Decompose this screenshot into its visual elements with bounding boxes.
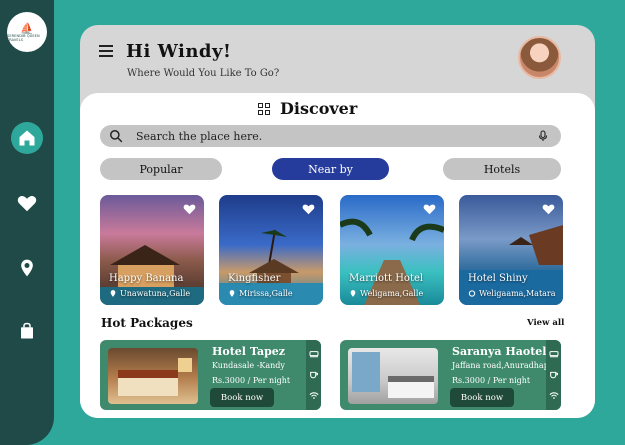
nav-favorites[interactable]	[11, 187, 43, 219]
location-icon	[21, 259, 33, 277]
logo-text: SERENDIB QUEEN TRAVELS	[7, 33, 40, 42]
heart-icon	[17, 196, 37, 212]
package-image	[108, 348, 198, 404]
discover-title: Discover	[280, 99, 358, 118]
place-card[interactable]: Happy Banana Unawatuna,Galle	[100, 195, 204, 305]
location-pin-icon	[468, 290, 476, 297]
search-bar	[100, 125, 561, 147]
favorite-heart-icon[interactable]	[422, 202, 437, 216]
grid-icon	[258, 102, 270, 115]
package-image	[348, 348, 438, 404]
place-location: Unawatuna,Galle	[109, 289, 190, 298]
amenities-bar	[306, 340, 321, 410]
package-card[interactable]: Saranya Haotel Jaffana road,Anuradhapura…	[340, 340, 561, 410]
place-location: Weligaama,Matara	[468, 289, 556, 298]
package-name: Hotel Tapez	[212, 345, 286, 358]
favorite-heart-icon[interactable]	[182, 202, 197, 216]
search-icon[interactable]	[109, 129, 123, 143]
main-card: Hi Windy! Where Would You Like To Go? Di…	[80, 25, 595, 418]
package-location: Jaffana road,Anuradhapura	[452, 361, 561, 370]
package-price: Rs.3000 / Per night	[212, 376, 291, 385]
place-location-text: Unawatuna,Galle	[120, 289, 191, 298]
tab-popular[interactable]: Popular	[100, 158, 222, 180]
package-card[interactable]: Hotel Tapez Kundasale -Kandy Rs.3000 / P…	[100, 340, 321, 410]
microphone-icon[interactable]	[537, 129, 549, 143]
bed-icon	[549, 350, 558, 358]
package-name: Saranya Haotel	[452, 345, 547, 358]
home-icon	[19, 130, 35, 146]
book-now-button[interactable]: Book now	[450, 388, 514, 407]
view-all-link[interactable]: View all	[527, 318, 564, 328]
sidebar: ⛵ SERENDIB QUEEN TRAVELS	[0, 0, 54, 445]
place-location: Mirissa,Galle	[228, 289, 293, 298]
place-name: Hotel Shiny	[468, 273, 528, 284]
bed-icon	[309, 350, 318, 358]
discover-header: Discover	[258, 99, 357, 118]
nav-home[interactable]	[11, 122, 43, 154]
place-name: Marriott Hotel	[349, 273, 424, 284]
location-pin-icon	[110, 290, 116, 297]
content-panel: Discover Popular Near by Hotels Happy Ba…	[80, 93, 595, 418]
place-card[interactable]: Kingfisher Mirissa,Galle	[219, 195, 323, 305]
logo-glyph: ⛵	[20, 21, 34, 35]
place-name: Kingfisher	[228, 273, 281, 284]
search-input[interactable]	[136, 127, 516, 145]
favorite-heart-icon[interactable]	[301, 202, 316, 216]
place-card[interactable]: Marriott Hotel Weligama,Galle	[340, 195, 444, 305]
place-card[interactable]: Hotel Shiny Weligaama,Matara	[459, 195, 563, 305]
avatar[interactable]	[518, 36, 561, 79]
coffee-icon	[309, 372, 318, 379]
greeting-subtitle: Where Would You Like To Go?	[127, 68, 280, 79]
wifi-icon	[548, 392, 559, 399]
favorite-heart-icon[interactable]	[541, 202, 556, 216]
tab-near-by[interactable]: Near by	[272, 158, 389, 180]
place-location-text: Mirissa,Galle	[239, 289, 293, 298]
wifi-icon	[308, 392, 319, 399]
amenities-bar	[546, 340, 561, 410]
place-location: Weligama,Galle	[349, 289, 423, 298]
book-now-button[interactable]: Book now	[210, 388, 274, 407]
package-location: Kundasale -Kandy	[212, 361, 285, 370]
nav-bag[interactable]	[11, 315, 43, 347]
menu-icon[interactable]	[99, 44, 115, 58]
nav-location[interactable]	[11, 252, 43, 284]
package-price: Rs.3000 / Per night	[452, 376, 531, 385]
hot-packages-title: Hot Packages	[101, 316, 193, 330]
location-pin-icon	[229, 290, 235, 297]
coffee-icon	[549, 372, 558, 379]
place-name: Happy Banana	[109, 273, 184, 284]
place-location-text: Weligama,Galle	[360, 289, 424, 298]
location-pin-icon	[350, 290, 356, 297]
bag-icon	[21, 322, 33, 339]
greeting: Hi Windy!	[126, 41, 232, 62]
tab-hotels[interactable]: Hotels	[443, 158, 561, 180]
place-location-text: Weligaama,Matara	[479, 289, 556, 298]
app-logo[interactable]: ⛵ SERENDIB QUEEN TRAVELS	[7, 12, 47, 52]
